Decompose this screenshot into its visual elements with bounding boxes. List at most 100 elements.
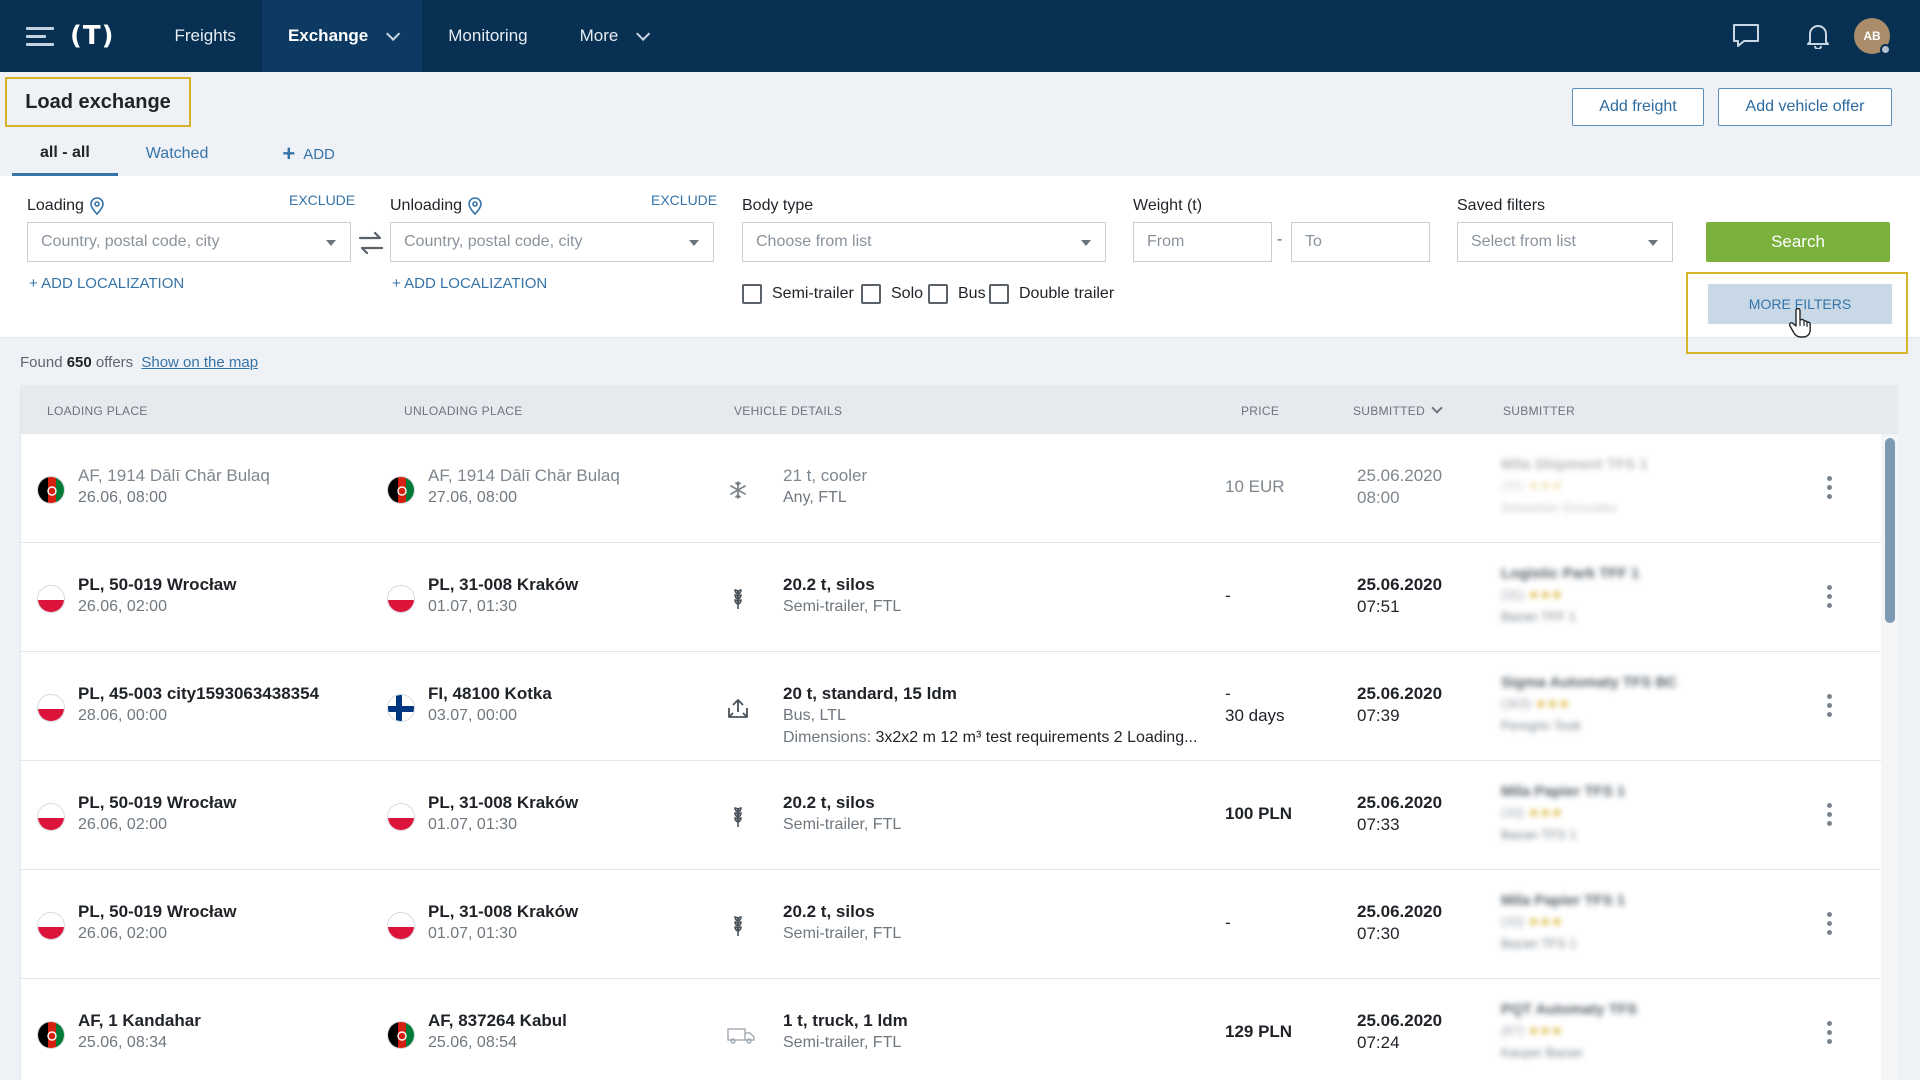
submitter-company: Mila Papier TFS 1 xyxy=(1501,783,1626,800)
vehicle-extra: Dimensions: 3x2x2 m 12 m³ test requireme… xyxy=(783,729,1198,746)
scrollbar[interactable] xyxy=(1881,434,1898,1080)
offers-label: offers xyxy=(95,354,134,371)
unloading-exclude-link[interactable]: EXCLUDE xyxy=(651,192,717,208)
star-icon: ★★★ xyxy=(1527,1023,1563,1038)
nav-monitoring[interactable]: Monitoring xyxy=(422,0,553,72)
flag-pl-icon xyxy=(37,585,65,613)
filter-panel: Loading EXCLUDE Country, postal code, ci… xyxy=(0,176,1920,338)
table-row[interactable]: PL, 50-019 Wrocław 26.06, 02:00 PL, 31-008… xyxy=(21,761,1881,870)
table-row[interactable]: PL, 50-019 Wrocław 26.06, 02:00 PL, 31-008… xyxy=(21,870,1881,979)
plus-icon: + xyxy=(392,275,405,292)
flag-pl-icon xyxy=(37,694,65,722)
add-tab-button[interactable]: + ADD xyxy=(282,132,335,176)
submitter-info[interactable]: Mila Shipment TFS 1 (56) ★★★ Sebastian Gon… xyxy=(1501,456,1701,522)
table-row[interactable]: PL, 45-003 city1593063438354 28.06, 00:00… xyxy=(21,652,1881,761)
show-on-map-link[interactable]: Show on the map xyxy=(141,354,258,371)
weight-label: Weight (t) xyxy=(1133,197,1203,214)
checkbox-solo[interactable]: Solo xyxy=(861,284,923,304)
star-icon: ★★★ xyxy=(1527,587,1563,602)
search-button[interactable]: Search xyxy=(1706,222,1890,262)
more-actions-icon[interactable] xyxy=(1827,799,1833,830)
more-actions-icon[interactable] xyxy=(1827,472,1833,503)
column-header[interactable]: VEHICLE DETAILS xyxy=(734,404,842,418)
more-actions-icon[interactable] xyxy=(1827,908,1833,939)
submitted-time: 07:33 xyxy=(1357,815,1400,834)
flag-af-icon xyxy=(387,476,415,504)
menu-icon[interactable] xyxy=(26,22,54,51)
unloading-label-text: Unloading xyxy=(390,197,463,214)
price-value: 129 PLN xyxy=(1225,1022,1293,1041)
plus-icon: + xyxy=(29,275,42,292)
nav-freights[interactable]: Freights xyxy=(149,0,262,72)
loading-place-date: 28.06, 00:00 xyxy=(78,707,167,724)
wheat-icon xyxy=(726,805,750,829)
table-row[interactable]: AF, 1914 Dālī Chār Bulaq 26.06, 08:00 AF, … xyxy=(21,434,1881,543)
unloading-place-name: FI, 48100 Kotka xyxy=(428,684,552,703)
column-header-submitted[interactable]: SUBMITTED xyxy=(1353,402,1443,418)
more-actions-icon[interactable] xyxy=(1827,690,1833,721)
avatar[interactable]: AB xyxy=(1854,18,1891,55)
loading-label: Loading xyxy=(27,197,104,215)
app-logo[interactable]: (T) xyxy=(70,21,115,51)
saved-filters-select[interactable]: Select from list xyxy=(1457,222,1673,262)
submitter-company: Mila Shipment TFS 1 xyxy=(1501,456,1648,473)
top-navigation: (T) Freights Exchange Monitoring More AB xyxy=(0,0,1920,72)
add-freight-button[interactable]: Add freight xyxy=(1572,88,1704,126)
tab-all[interactable]: all - all xyxy=(12,132,118,176)
submitter-info[interactable]: Mila Papier TFS 1 (33) ★★★ Bazan TFS 1 xyxy=(1501,783,1701,849)
table-header: LOADING PLACE UNLOADING PLACE VEHICLE DE… xyxy=(21,385,1898,434)
vehicle-main: 20.2 t, silos xyxy=(783,902,875,921)
submitter-info[interactable]: PQT Automaty TFS (67) ★★★ Kacper Bazan xyxy=(1501,1001,1701,1067)
price-terms: 30 days xyxy=(1225,706,1285,725)
checkbox-box xyxy=(861,284,881,304)
loading-place: AF, 1 Kandahar 25.06, 08:34 xyxy=(78,1010,201,1054)
weight-to-input[interactable] xyxy=(1291,222,1430,262)
nav-label: Monitoring xyxy=(448,26,528,45)
column-header[interactable]: UNLOADING PLACE xyxy=(404,404,523,418)
chat-icon[interactable] xyxy=(1710,0,1782,72)
table-row[interactable]: PL, 50-019 Wrocław 26.06, 02:00 PL, 31-008… xyxy=(21,543,1881,652)
flag-pl-icon xyxy=(37,803,65,831)
location-pin-icon xyxy=(468,197,482,215)
vehicle-details: 20.2 t, silos Semi-trailer, FTL xyxy=(783,574,1213,618)
submitter-info[interactable]: Sigma Automaty TFS BC (363) ★★★ Peregrin T… xyxy=(1501,674,1701,740)
checkbox-label: Solo xyxy=(891,285,924,302)
checkbox-bus[interactable]: Bus xyxy=(928,284,986,304)
submitted-day: 25.06.2020 xyxy=(1357,684,1443,703)
swap-icon[interactable] xyxy=(356,228,386,258)
nav-exchange[interactable]: Exchange xyxy=(261,0,423,72)
submitted-time: 07:30 xyxy=(1357,924,1400,943)
unloading-place: AF, 1914 Dālī Chār Bulaq 27.06, 08:00 xyxy=(428,465,620,509)
nav-more[interactable]: More xyxy=(554,0,673,72)
more-actions-icon[interactable] xyxy=(1827,581,1833,612)
submitter-info[interactable]: Mila Papier TFS 1 (33) ★★★ Bazan TFS 1 xyxy=(1501,892,1701,958)
body-type-select[interactable]: Choose from list xyxy=(742,222,1106,262)
page-header: Load exchange all - all Watched + ADD Add… xyxy=(0,72,1920,176)
column-header[interactable]: PRICE xyxy=(1241,404,1279,418)
loading-place-date: 26.06, 02:00 xyxy=(78,925,167,942)
loading-add-localization[interactable]: + ADD LOCALIZATION xyxy=(29,275,184,292)
loading-location-select[interactable]: Country, postal code, city xyxy=(27,222,351,262)
weight-from-input[interactable] xyxy=(1133,222,1272,262)
checkbox-semi-trailer[interactable]: Semi-trailer xyxy=(742,284,854,304)
add-vehicle-offer-button[interactable]: Add vehicle offer xyxy=(1718,88,1892,126)
unloading-place-date: 25.06, 08:54 xyxy=(428,1034,517,1051)
tab-watched[interactable]: Watched xyxy=(118,132,237,176)
column-header[interactable]: LOADING PLACE xyxy=(47,404,148,418)
submitted-day: 25.06.2020 xyxy=(1357,1011,1443,1030)
submitter-info[interactable]: Logistic Park TFF 1 (31) ★★★ Bazan TFF 1 xyxy=(1501,565,1701,631)
hand-cursor-icon xyxy=(1788,308,1811,338)
table-row[interactable]: AF, 1 Kandahar 25.06, 08:34 AF, 837264 Kab… xyxy=(21,979,1881,1080)
unloading-add-localization[interactable]: + ADD LOCALIZATION xyxy=(392,275,547,292)
unloading-location-select[interactable]: Country, postal code, city xyxy=(390,222,714,262)
more-actions-icon[interactable] xyxy=(1827,1017,1833,1048)
bell-icon[interactable] xyxy=(1782,0,1854,72)
scrollbar-thumb[interactable] xyxy=(1885,438,1895,623)
loading-place-date: 26.06, 02:00 xyxy=(78,816,167,833)
loading-exclude-link[interactable]: EXCLUDE xyxy=(289,192,355,208)
tab-bar: all - all Watched + ADD xyxy=(12,132,335,176)
add-tab-label: ADD xyxy=(303,145,335,163)
checkbox-double-trailer[interactable]: Double trailer xyxy=(989,284,1114,304)
saved-filters-placeholder: Select from list xyxy=(1471,233,1576,250)
column-header[interactable]: SUBMITTER xyxy=(1503,404,1575,418)
